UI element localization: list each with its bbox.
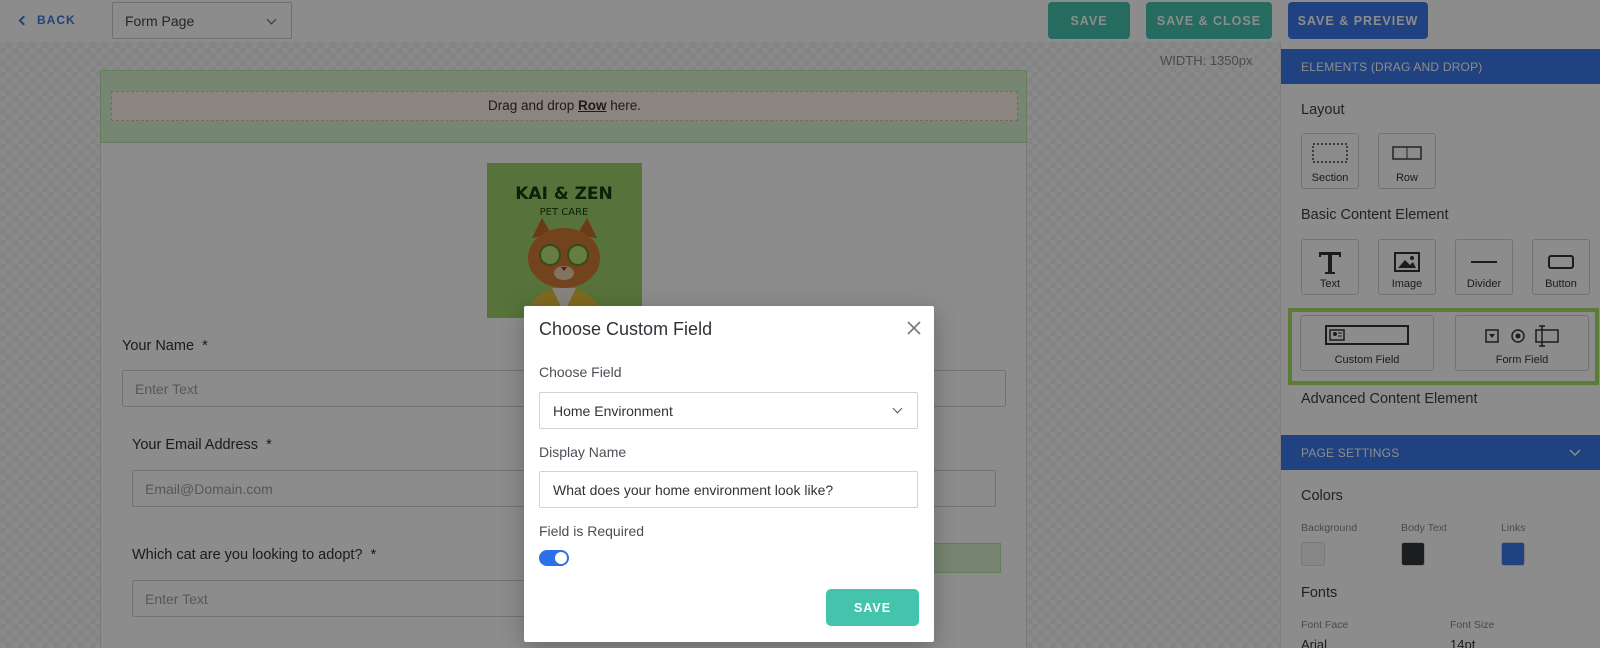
modal-title: Choose Custom Field [539,319,713,339]
close-icon[interactable] [905,319,923,337]
choose-field-select[interactable]: Home Environment [539,392,918,429]
choose-field-label: Choose Field [539,364,622,380]
choose-custom-field-modal: Choose Custom Field Choose Field Home En… [524,306,934,642]
modal-save-button[interactable]: SAVE [826,589,919,626]
field-required-toggle[interactable] [539,550,569,566]
field-required-label: Field is Required [539,523,645,539]
choose-field-value: Home Environment [553,403,673,419]
display-name-label: Display Name [539,444,627,460]
display-name-input[interactable]: What does your home environment look lik… [539,471,918,508]
chevron-down-icon [892,403,903,414]
toggle-knob [555,552,567,564]
